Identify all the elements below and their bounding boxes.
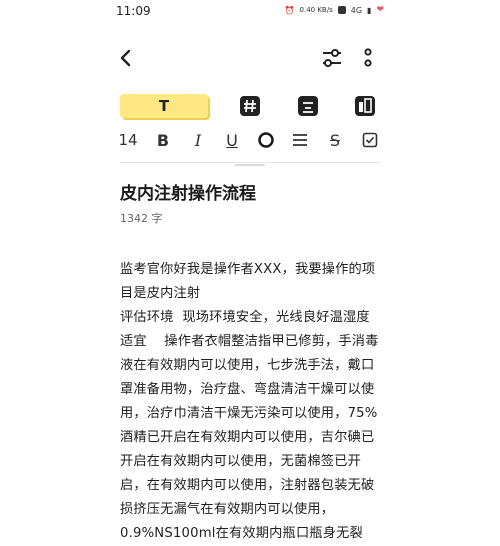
alarm-icon: ⏰ <box>284 5 295 15</box>
body-line: 评估环境 现场环境安全，光线良好温湿度 <box>120 310 370 325</box>
bold-button[interactable]: B <box>155 129 171 151</box>
status-time: 11:09 <box>116 4 151 18</box>
body-line: 适宜 操作者衣帽整洁指甲已修剪，手消毒 <box>120 334 379 349</box>
list-icon[interactable] <box>292 129 308 151</box>
body-line: 启，在有效期内可以使用，注射器包装无破 <box>120 478 375 493</box>
underline-button[interactable]: U <box>224 129 240 151</box>
strikethrough-button[interactable]: S <box>327 129 343 151</box>
font-size-button[interactable]: 14 <box>118 129 137 151</box>
status-icons: ⏰ 0.40 KB/s 4G ▮ ❤ <box>285 5 384 15</box>
body-line: 0.9%NS100ml在有效期内瓶口瓶身无裂 <box>120 526 363 541</box>
body-line: 开启在有效期内可以使用，无菌棉签已开 <box>120 454 361 469</box>
paragraph-style-icon[interactable] <box>296 94 320 118</box>
drag-handle[interactable] <box>235 164 265 166</box>
more-icon[interactable] <box>362 47 374 69</box>
char-count: 1342 字 <box>120 212 163 225</box>
body-line: 目是皮内注射 <box>120 286 201 301</box>
back-icon[interactable] <box>118 48 134 68</box>
note-editor-screen: 11:09 ⏰ 0.40 KB/s 4G ▮ ❤ T 14 B I U S 皮内… <box>100 0 400 541</box>
checkbox-icon[interactable] <box>362 129 378 151</box>
body-line: 用，治疗巾清洁干燥无污染可以使用，75% <box>120 406 378 421</box>
insert-block-icon[interactable] <box>353 94 377 118</box>
filter-icon[interactable] <box>320 47 344 69</box>
heading-icon[interactable] <box>238 94 262 118</box>
status-bar: 11:09 ⏰ 0.40 KB/s 4G ▮ ❤ <box>100 0 400 24</box>
nfc-icon <box>337 6 346 14</box>
toolbar-divider <box>120 162 380 163</box>
body-line: 酒精已开启在有效期内可以使用，吉尔碘已 <box>120 430 375 445</box>
format-tab-row: T <box>120 94 380 118</box>
network-speed: 0.40 KB/s <box>299 5 333 14</box>
signal-icon: ▮ <box>367 5 372 15</box>
network-type: 4G <box>350 5 363 15</box>
note-body[interactable]: 监考官你好我是操作者XXX，我要操作的项 目是皮内注射 评估环境 现场环境安全，… <box>120 258 382 546</box>
italic-button[interactable]: I <box>190 129 206 151</box>
text-color-icon[interactable] <box>257 129 275 151</box>
body-line: 罩准备用物，治疗盘、弯盘清洁干燥可以使 <box>120 382 375 397</box>
body-line: 监考官你好我是操作者XXX，我要操作的项 <box>120 262 376 277</box>
battery-icon: ❤ <box>376 5 384 15</box>
format-options-row: 14 B I U S <box>118 129 380 151</box>
text-style-button[interactable]: T <box>120 94 208 118</box>
body-line: 损挤压无漏气在有效期内可以使用， <box>120 502 335 517</box>
body-line: 液在有效期内可以使用，七步洗手法，戴口 <box>120 358 375 373</box>
note-title[interactable]: 皮内注射操作流程 <box>120 179 380 204</box>
